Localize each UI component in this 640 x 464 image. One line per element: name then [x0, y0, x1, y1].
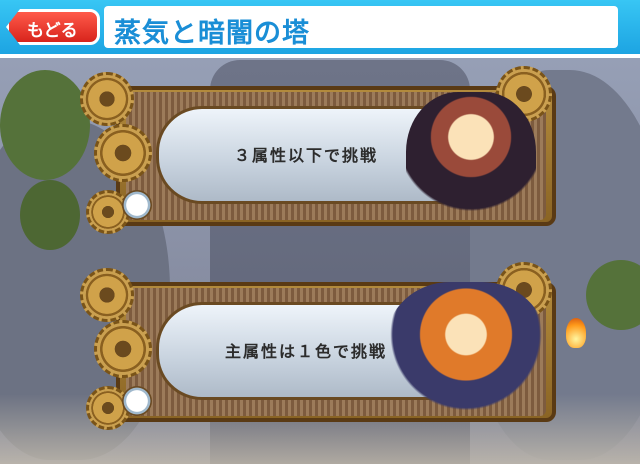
pressure-gauge-icon [122, 190, 152, 220]
background-tree [0, 70, 90, 180]
page-title-box: 蒸気と暗闇の塔 [104, 6, 618, 49]
header-bar: もどる 蒸気と暗闇の塔 [0, 0, 640, 58]
back-button[interactable]: もどる [6, 9, 100, 45]
challenge-panel-1[interactable]: ３属性以下で挑戦 [80, 66, 556, 242]
gear-icon [94, 320, 152, 378]
challenge-panel-2[interactable]: 主属性は１色で挑戦 [80, 262, 556, 432]
character-top-hat-girl [386, 282, 546, 432]
background-tree [20, 180, 80, 250]
pressure-gauge-icon [122, 386, 152, 416]
gear-icon [94, 124, 152, 182]
flame-icon [566, 318, 586, 348]
page-title: 蒸気と暗闇の塔 [114, 18, 310, 49]
gear-icon [80, 268, 134, 322]
back-button-label: もどる [27, 21, 78, 41]
character-cat-hat-girl [406, 92, 536, 242]
gear-icon [80, 72, 134, 126]
